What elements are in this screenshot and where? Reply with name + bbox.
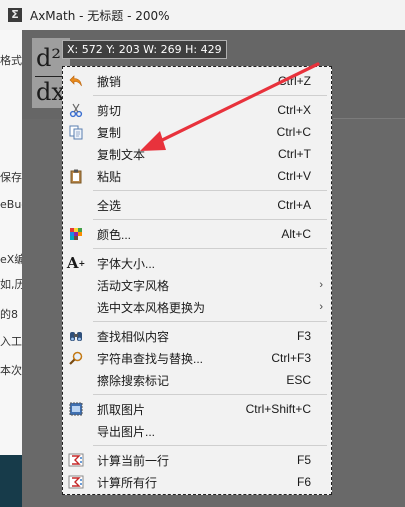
annotation-arrow — [140, 62, 320, 151]
annotation-arrow-line — [148, 62, 320, 148]
annotation-arrow-head — [140, 131, 166, 151]
